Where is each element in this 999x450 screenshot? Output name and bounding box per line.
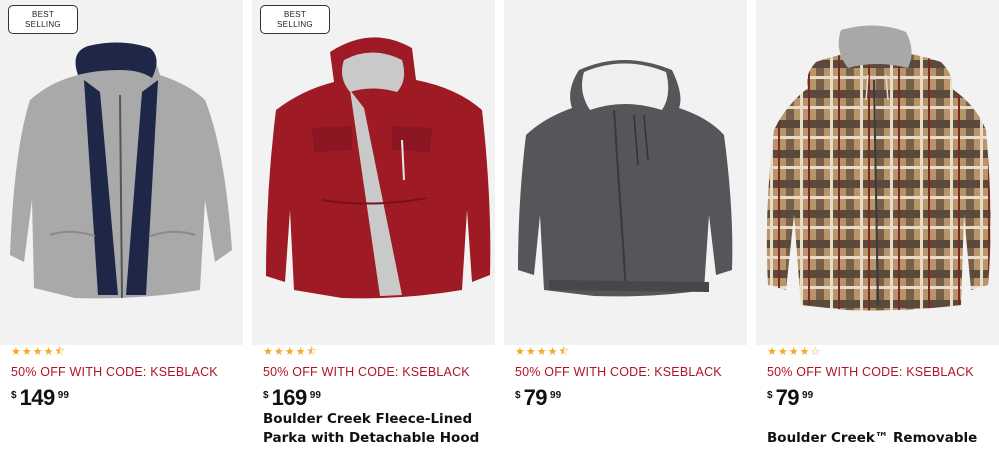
price: $ 149 99	[11, 385, 69, 411]
product-image[interactable]	[756, 0, 999, 345]
price-currency: $	[515, 390, 521, 401]
promo-text: 50% OFF WITH CODE: KSEBLACK	[11, 365, 218, 379]
price: $ 79 99	[515, 385, 561, 411]
badge-line: SELLING	[277, 20, 313, 29]
product-grid: BEST SELLING ★★★★⯪ 50% OFF WITH CODE: KS…	[0, 0, 999, 450]
plaid-hooded-shirt-jacket-icon	[766, 25, 991, 311]
product-card[interactable]: BEST SELLING ★★★★⯪ 50% OFF WITH CODE: KS…	[252, 0, 495, 450]
rating-stars: ★★★★⯪	[263, 345, 318, 358]
price-currency: $	[11, 390, 17, 401]
best-selling-badge: BEST SELLING	[260, 5, 330, 34]
product-image[interactable]: BEST SELLING	[0, 0, 243, 345]
product-card[interactable]: BEST SELLING ★★★★⯪ 50% OFF WITH CODE: KS…	[0, 0, 243, 450]
price: $ 79 99	[767, 385, 813, 411]
price-cents: 99	[57, 390, 69, 401]
promo-text: 50% OFF WITH CODE: KSEBLACK	[767, 365, 974, 379]
charcoal-sherpa-hoodie-icon	[518, 60, 733, 297]
price-cents: 99	[550, 390, 562, 401]
promo-text: 50% OFF WITH CODE: KSEBLACK	[515, 365, 722, 379]
badge-line: BEST	[31, 10, 55, 19]
price: $ 169 99	[263, 385, 321, 411]
price-currency: $	[767, 390, 773, 401]
best-selling-badge: BEST SELLING	[8, 5, 78, 34]
price-cents: 99	[309, 390, 321, 401]
badge-line: SELLING	[25, 20, 61, 29]
price-dollars: 149	[19, 385, 56, 410]
product-title[interactable]: Boulder Creek Fleece-Lined Parka with De…	[263, 410, 488, 450]
rating-stars: ★★★★⯪	[515, 345, 570, 358]
product-image[interactable]	[504, 0, 747, 345]
badge-line: BEST	[283, 10, 307, 19]
price-dollars: 79	[775, 385, 800, 410]
price-currency: $	[263, 390, 269, 401]
product-title[interactable]: Boulder Creek™ Removable Hood	[767, 429, 992, 450]
promo-text: 50% OFF WITH CODE: KSEBLACK	[263, 365, 470, 379]
product-image[interactable]: BEST SELLING	[252, 0, 495, 345]
rating-stars: ★★★★☆	[767, 345, 822, 358]
gray-softshell-jacket-icon	[10, 42, 232, 299]
product-card[interactable]: ★★★★⯪ 50% OFF WITH CODE: KSEBLACK $ 79 9…	[504, 0, 747, 450]
red-parka-icon	[266, 37, 491, 299]
rating-stars: ★★★★⯪	[11, 345, 66, 358]
price-dollars: 79	[523, 385, 548, 410]
price-dollars: 169	[271, 385, 308, 410]
product-card[interactable]: ★★★★☆ 50% OFF WITH CODE: KSEBLACK $ 79 9…	[756, 0, 999, 450]
price-cents: 99	[802, 390, 814, 401]
